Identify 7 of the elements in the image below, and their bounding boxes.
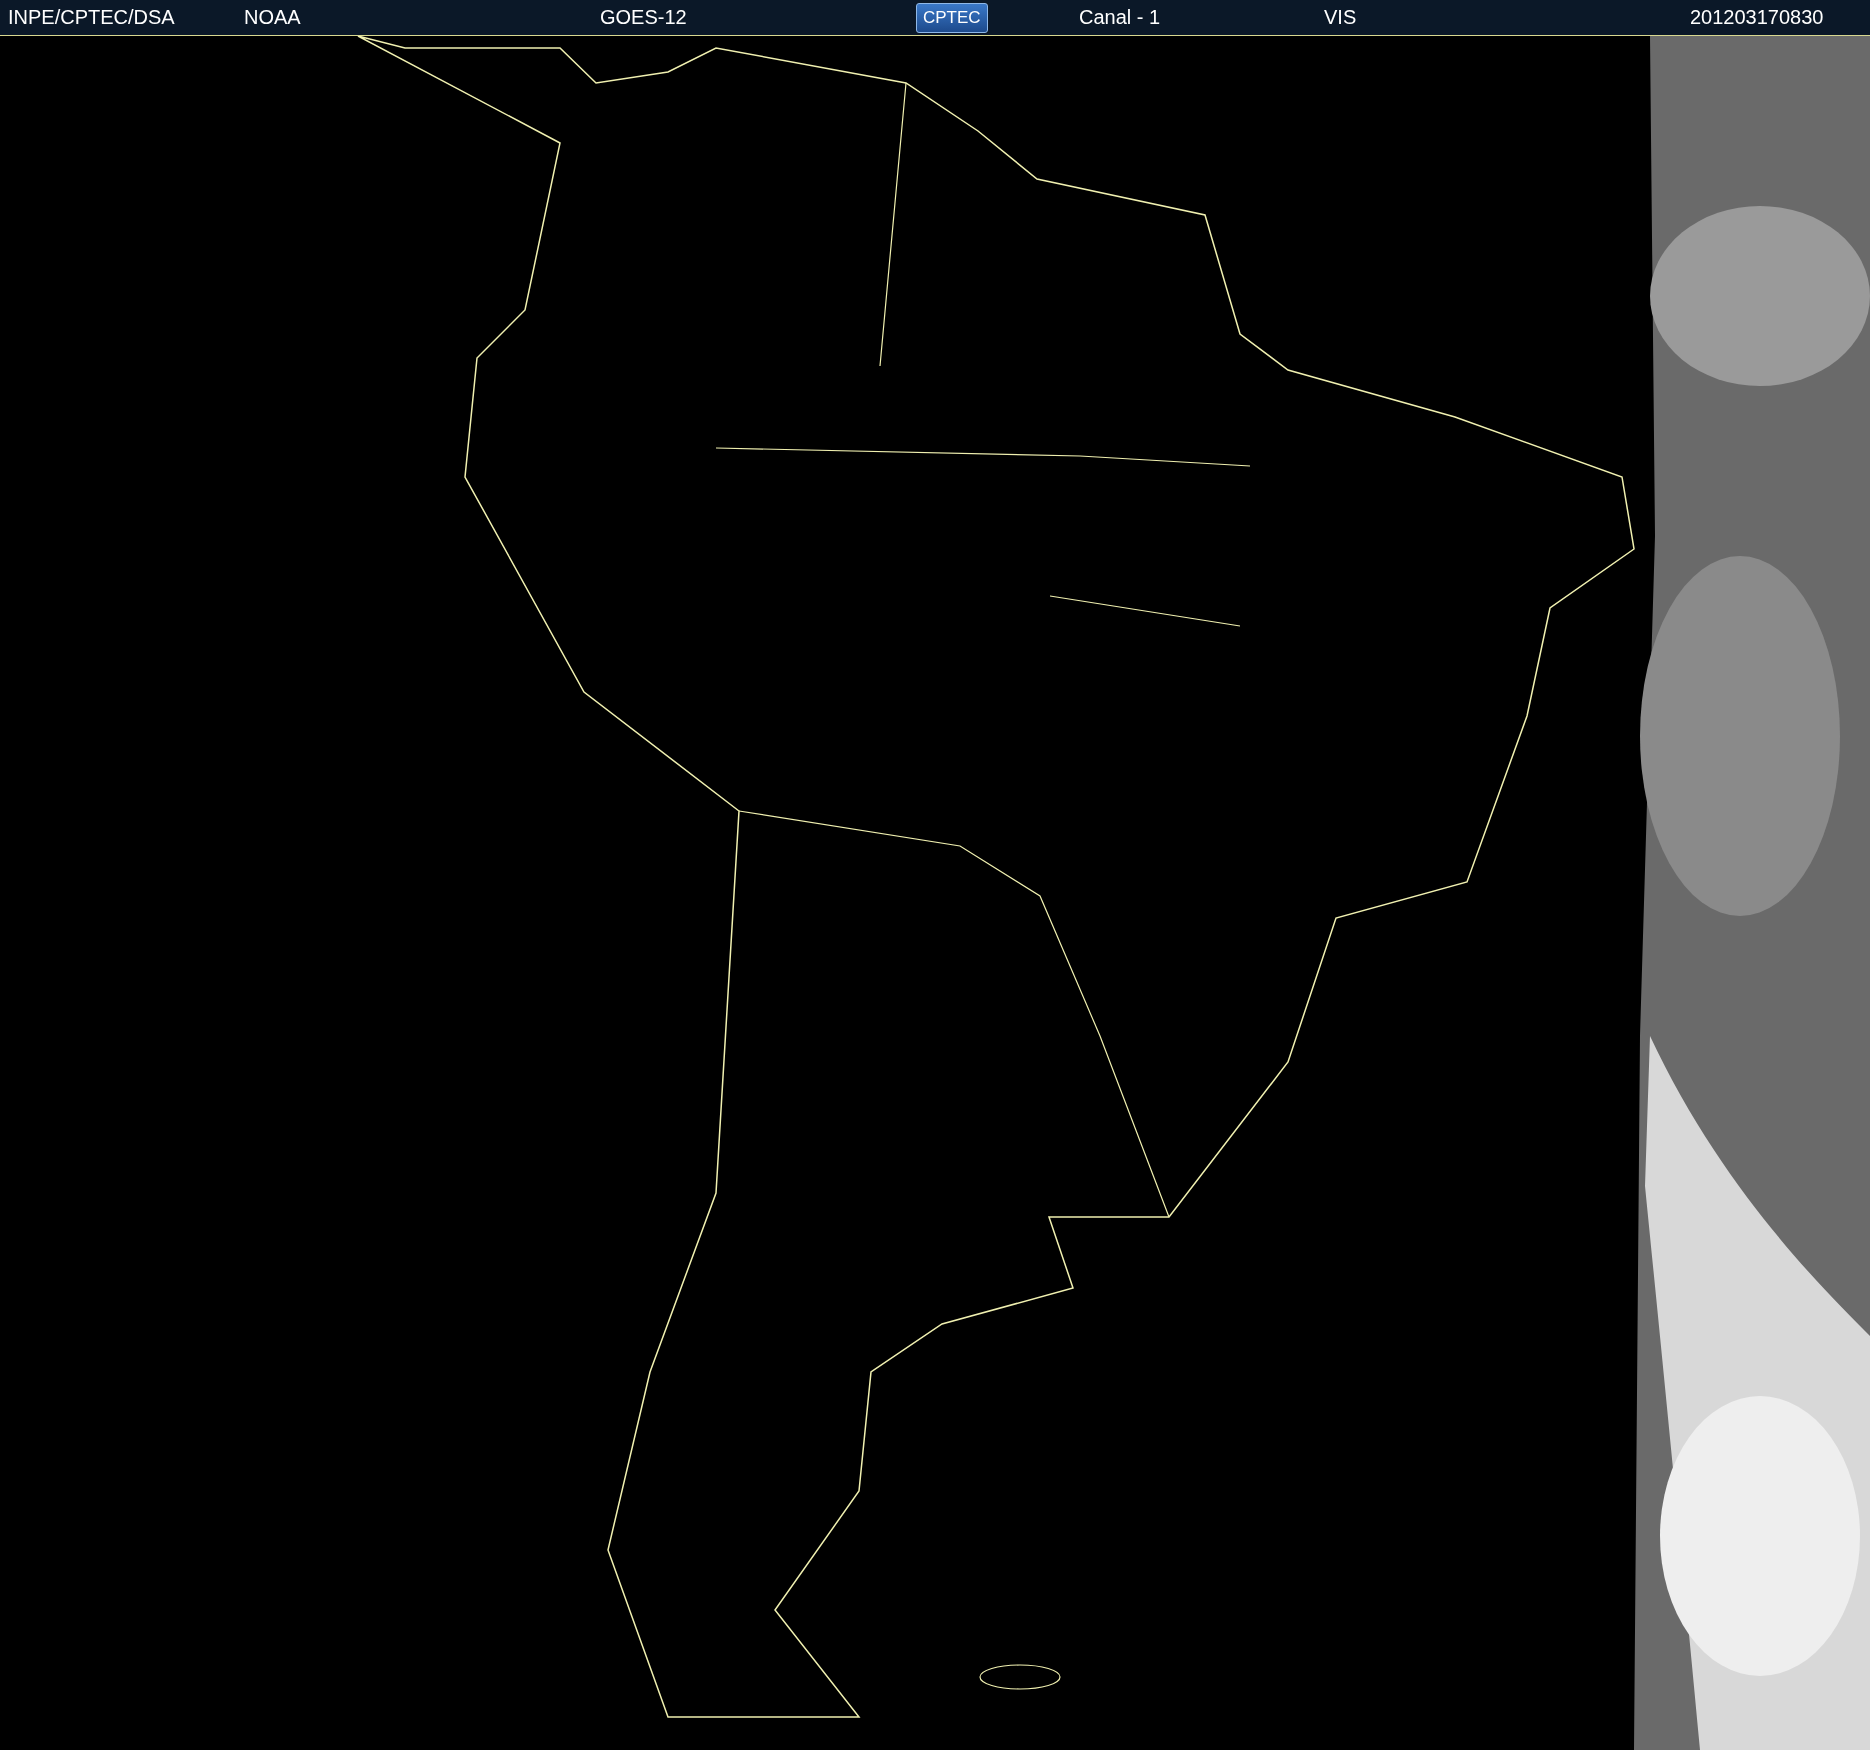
header-text: 201203170830 [1690, 6, 1824, 29]
header-text: Canal - 1 [1079, 6, 1161, 29]
header-text: VIS [1324, 6, 1357, 29]
logo: CPTEC [916, 2, 988, 33]
header-text: INPE/CPTEC/DSA [8, 6, 175, 29]
header-text: GOES-12 [600, 6, 687, 29]
header-text: NOAA [244, 6, 301, 29]
